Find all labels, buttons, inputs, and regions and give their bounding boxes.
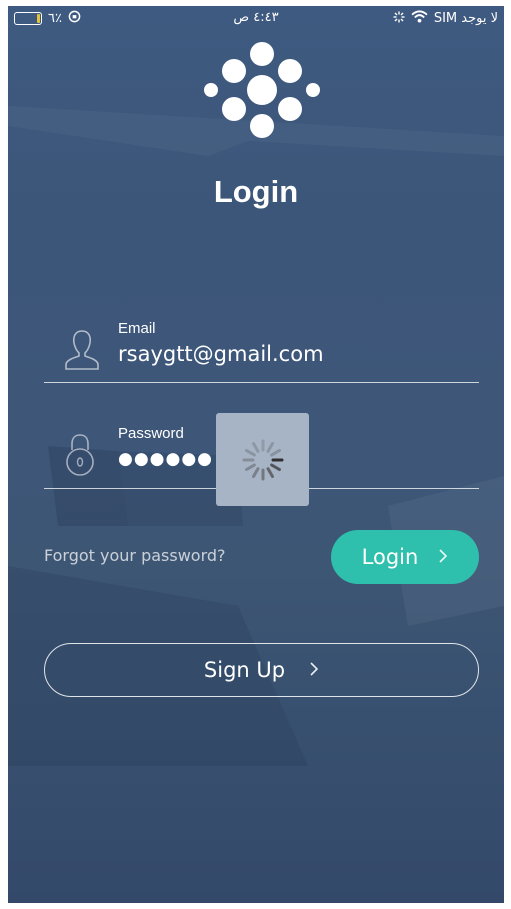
login-button-label: Login bbox=[361, 545, 419, 569]
status-right: لا يوجد SIM bbox=[393, 10, 498, 27]
signup-button[interactable]: Sign Up bbox=[44, 643, 479, 697]
login-screen: ٦٪ ٤:٤٣ ص لا يوجد SIM Login Email rsaygt… bbox=[8, 6, 504, 903]
email-input[interactable]: rsaygtt@gmail.com bbox=[118, 342, 324, 366]
status-bar: ٦٪ ٤:٤٣ ص لا يوجد SIM bbox=[8, 6, 504, 32]
loading-spinner-icon bbox=[242, 439, 283, 480]
chevron-right-icon bbox=[438, 545, 448, 569]
wifi-icon bbox=[411, 10, 428, 27]
logo-dots-icon bbox=[204, 42, 320, 138]
chevron-right-icon bbox=[309, 658, 319, 682]
login-button[interactable]: Login bbox=[331, 530, 479, 584]
password-input[interactable]: ●●●●●● bbox=[118, 449, 213, 469]
signup-button-label: Sign Up bbox=[203, 658, 286, 682]
activity-icon bbox=[393, 11, 405, 27]
carrier-label: لا يوجد SIM bbox=[433, 11, 498, 26]
email-underline bbox=[44, 382, 479, 383]
loading-overlay bbox=[216, 413, 309, 506]
email-label: Email bbox=[118, 320, 156, 337]
user-icon bbox=[64, 328, 100, 376]
email-field[interactable]: Email rsaygtt@gmail.com bbox=[44, 318, 479, 384]
password-label: Password bbox=[118, 425, 184, 442]
lock-icon bbox=[64, 432, 96, 480]
page-title: Login bbox=[213, 174, 299, 209]
forgot-password-link[interactable]: Forgot your password? bbox=[44, 546, 226, 565]
